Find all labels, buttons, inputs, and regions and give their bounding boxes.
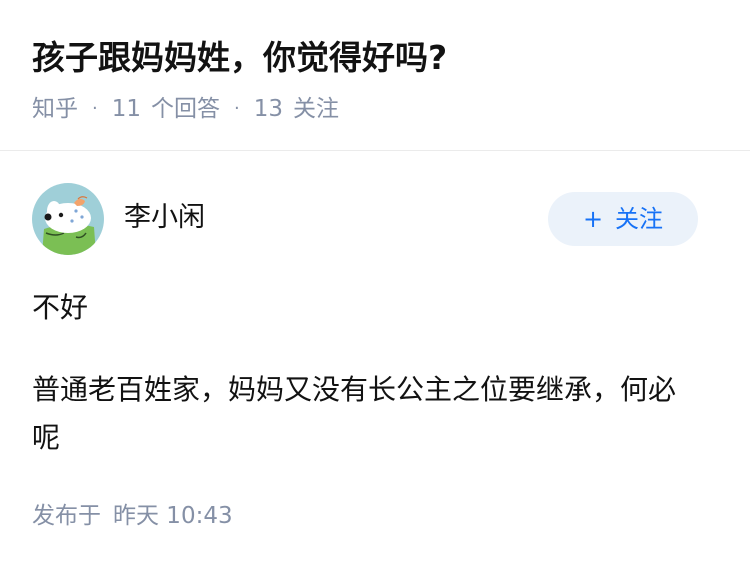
answer-time: 发布于 昨天 10:43: [32, 500, 233, 532]
follow-button-label: 关注: [615, 205, 664, 233]
answer-paragraph: 不好: [32, 291, 89, 324]
question-header: 孩子跟妈妈姓，你觉得好吗? 知乎 · 11 个回答 · 13 关注: [0, 0, 750, 151]
follow-button[interactable]: + 关注: [548, 192, 698, 246]
meta-separator-dot: ·: [92, 98, 98, 119]
publish-time: 昨天 10:43: [113, 503, 233, 529]
avatar[interactable]: [32, 183, 104, 255]
plus-icon: +: [582, 205, 604, 233]
answer-count: 11: [111, 96, 142, 122]
answer-count-label: 个回答: [151, 96, 221, 122]
publish-label: 发布于: [32, 503, 101, 529]
question-meta: 知乎 · 11 个回答 · 13 关注: [32, 94, 339, 124]
follow-count-label: 关注: [293, 96, 340, 122]
source-label[interactable]: 知乎: [32, 94, 78, 124]
answer-author: 李小闲 + 关注: [32, 183, 718, 257]
dog-avatar-icon: [32, 183, 104, 255]
follow-count: 13: [253, 96, 284, 122]
meta-separator-dot: ·: [234, 98, 240, 119]
answer-paragraph: 普通老百姓家，妈妈又没有长公主之位要继承，何必呢: [32, 373, 677, 454]
author-name[interactable]: 李小闲: [124, 201, 205, 235]
question-title[interactable]: 孩子跟妈妈姓，你觉得好吗?: [32, 36, 447, 80]
